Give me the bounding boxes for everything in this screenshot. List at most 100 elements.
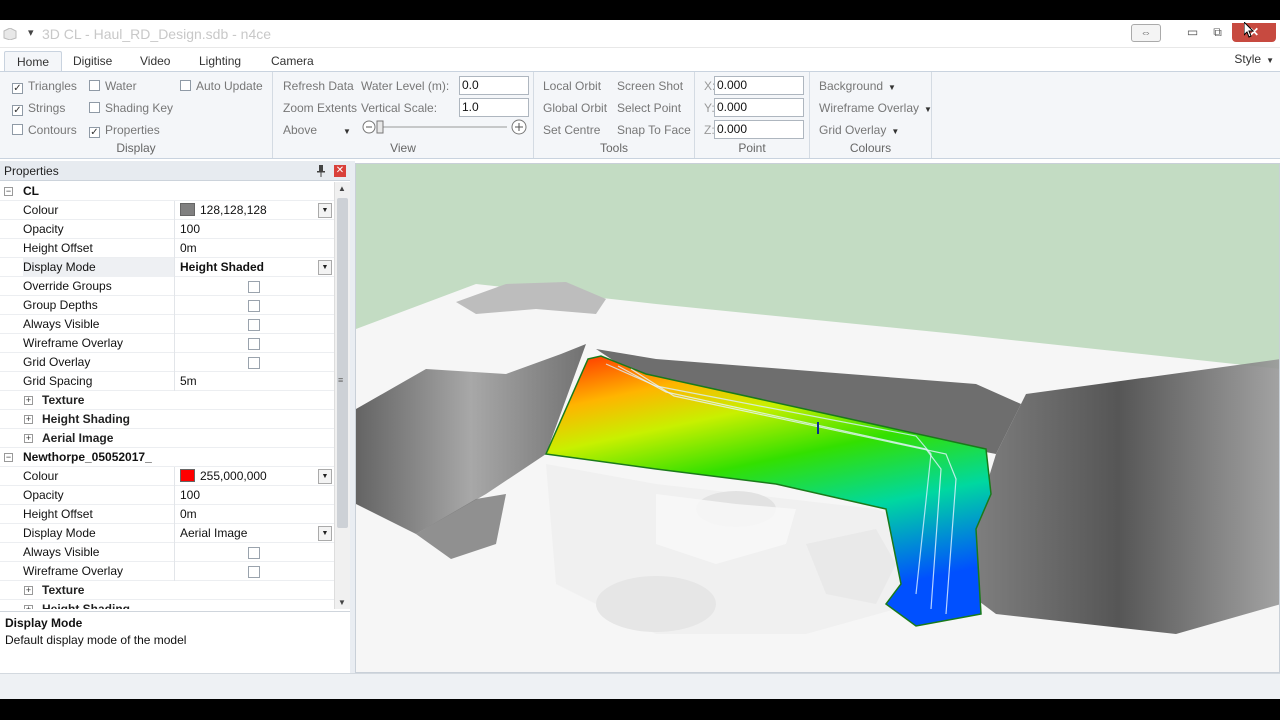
collapse-icon[interactable]: − <box>4 453 13 462</box>
scroll-down-icon[interactable]: ▼ <box>338 598 346 607</box>
always-visible-checkbox[interactable] <box>248 547 260 559</box>
override-groups-checkbox[interactable] <box>248 281 260 293</box>
tab-digitise[interactable]: Digitise <box>61 51 124 72</box>
property-value[interactable]: 0m <box>176 239 334 258</box>
app-icon[interactable] <box>3 28 17 40</box>
scrollbar-thumb[interactable] <box>337 198 348 528</box>
dropdown-arrow-icon[interactable]: ▼ <box>318 526 332 541</box>
colours-group-label: Colours <box>849 141 892 155</box>
property-subcategory-height-shading[interactable]: + Height Shading <box>0 600 334 609</box>
local-orbit-button[interactable]: Local Orbit <box>543 79 601 93</box>
property-subcategory-height-shading[interactable]: + Height Shading <box>0 410 334 429</box>
property-value[interactable]: 255,000,000 ▼ <box>176 467 334 486</box>
property-value[interactable]: 100 <box>176 486 334 505</box>
point-z-input[interactable]: 0.000 <box>714 120 804 139</box>
property-row-always-visible[interactable]: Always Visible <box>0 315 334 334</box>
refresh-data-button[interactable]: Refresh Data <box>283 79 354 93</box>
tab-lighting[interactable]: Lighting <box>187 51 253 72</box>
property-row-opacity[interactable]: Opacity 100 <box>0 220 334 239</box>
expand-icon[interactable]: + <box>24 605 33 609</box>
property-value[interactable]: 0m <box>176 505 334 524</box>
grid-overlay-colour-dropdown[interactable]: Grid Overlay ▼ <box>819 123 899 137</box>
property-category-cl[interactable]: − CL <box>0 182 334 201</box>
wireframe-overlay-checkbox[interactable] <box>248 338 260 350</box>
terrain-model-render[interactable] <box>356 164 1280 673</box>
tab-home[interactable]: Home <box>4 51 63 72</box>
property-grid-scrollbar[interactable]: ▲ ≡ ▼ <box>334 182 350 609</box>
property-row-height-offset[interactable]: Height Offset 0m <box>0 505 334 524</box>
close-panel-button[interactable]: ✕ <box>334 165 346 177</box>
vertical-scale-input[interactable]: 1.0 <box>459 98 529 117</box>
property-subcategory-aerial-image[interactable]: + Aerial Image <box>0 429 334 448</box>
collapse-icon[interactable]: − <box>4 187 13 196</box>
property-row-always-visible[interactable]: Always Visible <box>0 543 334 562</box>
style-menu[interactable]: Style ▼ <box>1234 52 1274 66</box>
always-visible-checkbox[interactable] <box>248 319 260 331</box>
scroll-up-icon[interactable]: ▲ <box>338 184 346 193</box>
point-x-input[interactable]: 0.000 <box>714 76 804 95</box>
property-row-colour[interactable]: Colour 128,128,128 ▼ <box>0 201 334 220</box>
wireframe-overlay-checkbox[interactable] <box>248 566 260 578</box>
set-centre-button[interactable]: Set Centre <box>543 123 600 137</box>
contours-checkbox[interactable]: Contours <box>12 123 77 137</box>
shading-key-checkbox[interactable]: Shading Key <box>89 101 173 115</box>
property-key: Height Offset <box>23 505 175 524</box>
tab-camera[interactable]: Camera <box>259 51 326 72</box>
wireframe-overlay-colour-dropdown[interactable]: Wireframe Overlay ▼ <box>819 101 932 115</box>
water-checkbox[interactable]: Water <box>89 79 137 93</box>
properties-checkbox[interactable]: ✓ Properties <box>89 123 160 138</box>
quick-access-menu-icon[interactable]: ▾ <box>28 26 34 39</box>
property-value[interactable]: Aerial Image ▼ <box>176 524 334 543</box>
view-group: Refresh Data Zoom Extents Above ▼ Water L… <box>273 72 534 158</box>
dropdown-arrow-icon[interactable]: ▼ <box>318 469 332 484</box>
grid-overlay-checkbox[interactable] <box>248 357 260 369</box>
global-orbit-button[interactable]: Global Orbit <box>543 101 607 115</box>
snap-to-face-button[interactable]: Snap To Face <box>617 123 691 137</box>
property-value[interactable]: Height Shaded ▼ <box>176 258 334 277</box>
property-row-height-offset[interactable]: Height Offset 0m <box>0 239 334 258</box>
background-colour-dropdown[interactable]: Background ▼ <box>819 79 896 93</box>
view-direction-dropdown[interactable]: Above ▼ <box>283 123 351 137</box>
property-subcategory-texture[interactable]: + Texture <box>0 581 334 600</box>
property-row-display-mode[interactable]: Display Mode Height Shaded ▼ <box>0 258 334 277</box>
point-y-input[interactable]: 0.000 <box>714 98 804 117</box>
property-row-group-depths[interactable]: Group Depths <box>0 296 334 315</box>
property-row-grid-spacing[interactable]: Grid Spacing 5m <box>0 372 334 391</box>
dropdown-arrow-icon[interactable]: ▼ <box>318 260 332 275</box>
swap-icon[interactable]: ⇔ <box>1131 24 1161 42</box>
maximize-button[interactable]: ⧉ <box>1205 23 1230 42</box>
select-point-button[interactable]: Select Point <box>617 101 681 115</box>
3d-viewport[interactable] <box>355 163 1280 673</box>
checkbox-box <box>89 80 100 91</box>
property-row-wireframe-overlay[interactable]: Wireframe Overlay <box>0 334 334 353</box>
property-row-display-mode[interactable]: Display Mode Aerial Image ▼ <box>0 524 334 543</box>
expand-icon[interactable]: + <box>24 396 33 405</box>
expand-icon[interactable]: + <box>24 434 33 443</box>
property-subcategory-texture[interactable]: + Texture <box>0 391 334 410</box>
property-value[interactable]: 128,128,128 ▼ <box>176 201 334 220</box>
property-value[interactable]: 5m <box>176 372 334 391</box>
property-row-override-groups[interactable]: Override Groups <box>0 277 334 296</box>
zoom-slider[interactable] <box>361 118 529 136</box>
tab-video[interactable]: Video <box>128 51 182 72</box>
expand-icon[interactable]: + <box>24 415 33 424</box>
strings-checkbox[interactable]: ✓ Strings <box>12 101 65 116</box>
triangles-checkbox[interactable]: ✓ Triangles <box>12 79 77 94</box>
property-row-colour[interactable]: Colour 255,000,000 ▼ <box>0 467 334 486</box>
expand-icon[interactable]: + <box>24 586 33 595</box>
auto-update-checkbox[interactable]: Auto Update <box>180 79 263 93</box>
property-row-grid-overlay[interactable]: Grid Overlay <box>0 353 334 372</box>
screen-shot-button[interactable]: Screen Shot <box>617 79 683 93</box>
dropdown-arrow-icon[interactable]: ▼ <box>318 203 332 218</box>
minimize-button[interactable]: ▭ <box>1180 23 1205 42</box>
property-row-wireframe-overlay[interactable]: Wireframe Overlay <box>0 562 334 581</box>
close-button[interactable]: ✕ <box>1232 23 1276 42</box>
zoom-extents-button[interactable]: Zoom Extents <box>283 101 357 115</box>
property-row-opacity[interactable]: Opacity 100 <box>0 486 334 505</box>
pin-icon[interactable] <box>316 165 326 177</box>
property-category-newthorpe[interactable]: − Newthorpe_05052017_ <box>0 448 334 467</box>
property-value[interactable]: 100 <box>176 220 334 239</box>
group-depths-checkbox[interactable] <box>248 300 260 312</box>
property-key: Height Offset <box>23 239 175 258</box>
water-level-input[interactable]: 0.0 <box>459 76 529 95</box>
